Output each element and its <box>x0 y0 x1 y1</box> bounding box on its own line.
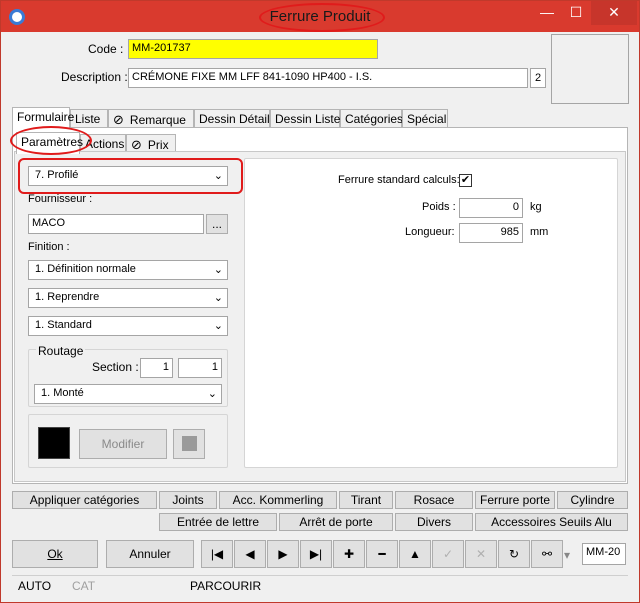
accessoires-seuils-alu-button[interactable]: Accessoires Seuils Alu <box>475 513 628 531</box>
cylindre-button[interactable]: Cylindre <box>557 491 628 509</box>
longueur-label: Longueur: <box>405 226 455 238</box>
add-record-button[interactable]: ✚ <box>333 540 365 568</box>
description-field[interactable]: CRÉMONE FIXE MM LFF 841-1090 HP400 - I.S… <box>128 68 528 88</box>
acc-kommerling-button[interactable]: Acc. Kommerling <box>219 491 337 509</box>
ok-button[interactable]: Ok <box>12 540 98 568</box>
modifier-button[interactable]: Modifier <box>79 429 167 459</box>
poids-unit: kg <box>530 201 542 213</box>
finition-label: Finition : <box>28 241 70 253</box>
divers-button[interactable]: Divers <box>395 513 473 531</box>
ferrure-calc-label: Ferrure standard calculs: <box>338 174 460 186</box>
chevron-down-icon: ⌄ <box>213 264 223 276</box>
poids-field[interactable]: 0 <box>459 198 523 218</box>
finition-select-3[interactable]: 1. Standard ⌄ <box>28 316 228 336</box>
tab-liste[interactable]: Liste <box>70 109 108 129</box>
routage-label: Routage <box>36 344 86 358</box>
color-square-button[interactable] <box>173 429 205 459</box>
section-label: Section : <box>92 360 139 374</box>
tab-dessin-detail[interactable]: Dessin Détail <box>194 109 270 129</box>
next-record-button[interactable]: ▶ <box>267 540 299 568</box>
record-search-field[interactable]: MM-20 <box>582 543 626 565</box>
edit-record-button[interactable]: ▲ <box>399 540 431 568</box>
paperclip-icon: ⊘ <box>113 112 124 127</box>
status-mode: PARCOURIR <box>190 579 262 593</box>
maximize-button[interactable]: ☐ <box>562 1 590 25</box>
refresh-button[interactable]: ↻ <box>498 540 530 568</box>
section-field-1[interactable]: 1 <box>140 358 173 378</box>
last-record-button[interactable]: ▶| <box>300 540 332 568</box>
description-count: 2 <box>530 68 546 88</box>
longueur-unit: mm <box>530 226 549 238</box>
fournisseur-browse-button[interactable]: ... <box>206 214 228 234</box>
cancel-edit-button[interactable]: ✕ <box>465 540 497 568</box>
color-swatch[interactable] <box>38 427 70 459</box>
tab-categories[interactable]: Catégories <box>340 109 403 129</box>
tab-dessin-liste[interactable]: Dessin Liste <box>270 109 340 129</box>
annuler-button[interactable]: Annuler <box>106 540 194 568</box>
appliquer-categories-button[interactable]: Appliquer catégories <box>12 491 157 509</box>
code-label: Code : <box>88 42 124 56</box>
longueur-field[interactable]: 985 <box>459 223 523 243</box>
finition-select-2[interactable]: 1. Reprendre ⌄ <box>28 288 228 308</box>
confirm-edit-button[interactable]: ✓ <box>432 540 464 568</box>
status-cat: CAT <box>72 579 96 593</box>
joints-button[interactable]: Joints <box>159 491 217 509</box>
fournisseur-label: Fournisseur : <box>28 193 93 205</box>
tab-special[interactable]: Spécial <box>402 109 448 129</box>
chevron-down-icon: ⌄ <box>213 292 223 304</box>
chevron-down-icon: ⌄ <box>207 388 217 400</box>
poids-label: Poids : <box>422 201 456 213</box>
routage-select[interactable]: 1. Monté ⌄ <box>34 384 222 404</box>
subtab-highlight-annotation <box>10 126 92 155</box>
previous-record-button[interactable]: ◀ <box>234 540 266 568</box>
tab-remarque[interactable]: ⊘ Remarque <box>108 109 194 129</box>
title-bar[interactable]: Ferrure Produit — ☐ ✕ <box>1 1 639 32</box>
first-record-button[interactable]: |◀ <box>201 540 233 568</box>
close-button[interactable]: ✕ <box>591 1 637 25</box>
type-highlight-annotation <box>18 158 243 194</box>
title-highlight-annotation <box>259 3 385 32</box>
search-dropdown-chevron-icon[interactable]: ▾ <box>564 548 570 562</box>
product-preview-image <box>551 34 629 104</box>
status-bar: AUTO CAT PARCOURIR <box>12 575 628 595</box>
ferrure-porte-button[interactable]: Ferrure porte <box>475 491 555 509</box>
entree-de-lettre-button[interactable]: Entrée de lettre <box>159 513 277 531</box>
status-auto: AUTO <box>18 579 52 593</box>
ferrure-calc-checkbox[interactable]: ✔ <box>459 174 472 187</box>
tirant-button[interactable]: Tirant <box>339 491 393 509</box>
description-label: Description : <box>61 70 128 84</box>
binoculars-search-button[interactable]: ⚯ <box>531 540 563 568</box>
code-field[interactable]: MM-201737 <box>128 39 378 59</box>
fournisseur-field[interactable]: MACO <box>28 214 204 234</box>
delete-record-button[interactable]: ━ <box>366 540 398 568</box>
arret-de-porte-button[interactable]: Arrêt de porte <box>279 513 393 531</box>
chevron-down-icon: ⌄ <box>213 320 223 332</box>
square-icon <box>182 436 197 451</box>
rosace-button[interactable]: Rosace <box>395 491 473 509</box>
section-field-2[interactable]: 1 <box>178 358 222 378</box>
minimize-button[interactable]: — <box>533 1 561 25</box>
finition-select-1[interactable]: 1. Définition normale ⌄ <box>28 260 228 280</box>
